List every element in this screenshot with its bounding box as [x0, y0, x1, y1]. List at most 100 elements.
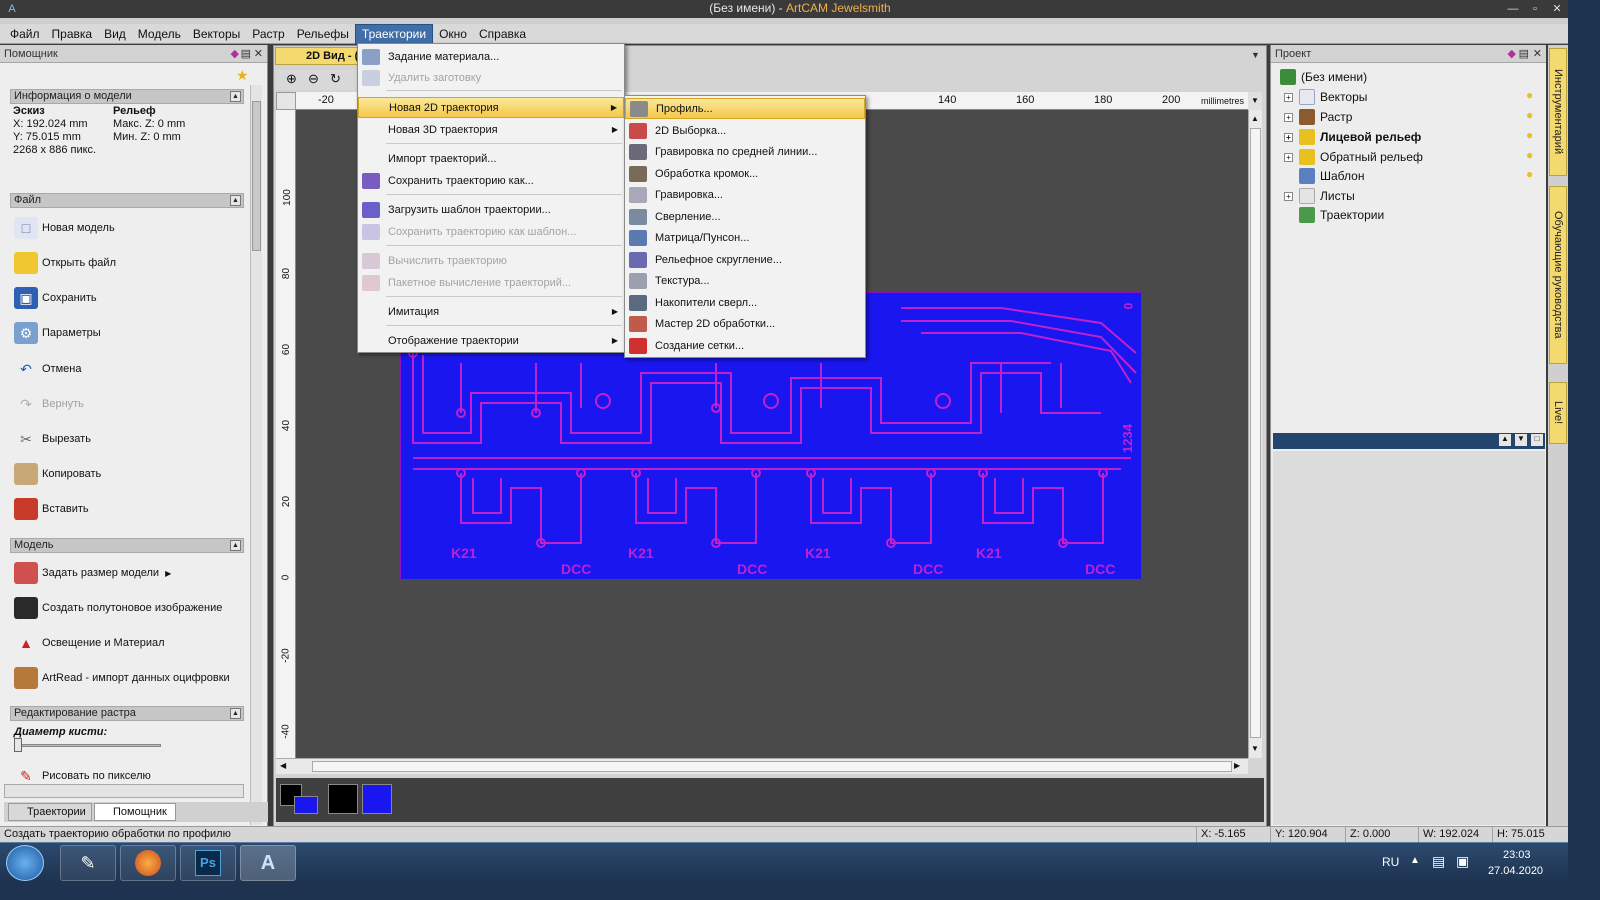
menu-vectors[interactable]: Векторы: [187, 25, 246, 43]
expand-icon[interactable]: +: [1284, 92, 1293, 102]
scroll-down-icon[interactable]: ▼: [1251, 744, 1259, 753]
submenu-item-drilling[interactable]: Сверление...: [625, 206, 865, 227]
taskbar-artcam[interactable]: A: [240, 845, 296, 881]
taskbar-photoshop[interactable]: Ps: [180, 845, 236, 881]
scrollbar-thumb[interactable]: [312, 761, 1232, 772]
lightbulb-icon[interactable]: ●: [1526, 167, 1533, 181]
panel-scrollbar[interactable]: [250, 85, 262, 825]
star-icon[interactable]: ★: [236, 67, 249, 84]
tree-item-template[interactable]: Шаблон: [1299, 168, 1364, 184]
model-section-header[interactable]: Модель ▲: [10, 538, 244, 553]
tab-tutorials[interactable]: Обучающие руководства: [1549, 186, 1567, 364]
start-button[interactable]: [6, 845, 44, 881]
network-icon[interactable]: ▤: [1432, 853, 1445, 870]
file-section-header[interactable]: Файл ▲: [10, 193, 244, 208]
tab-tools[interactable]: Инструментарий: [1549, 48, 1567, 176]
menu-file[interactable]: Файл: [4, 25, 46, 43]
menu-item-new-3d-toolpath[interactable]: Новая 3D траектория ▶: [358, 119, 624, 140]
submenu-item-create-grid[interactable]: Создание сетки...: [625, 335, 865, 356]
clock-time[interactable]: 23:03: [1503, 849, 1531, 861]
expand-icon[interactable]: +: [1284, 152, 1293, 162]
tab-toolpaths[interactable]: Траектории: [8, 803, 92, 821]
menu-window[interactable]: Окно: [433, 25, 473, 43]
expand-icon[interactable]: +: [1284, 112, 1293, 122]
new-model-item[interactable]: □ Новая модель: [14, 215, 115, 241]
close-button[interactable]: ✕: [1549, 2, 1565, 16]
artread-item[interactable]: ArtRead - импорт данных оцифровки: [14, 665, 230, 691]
lightbulb-icon[interactable]: ●: [1526, 108, 1533, 122]
clock-date[interactable]: 27.04.2020: [1488, 865, 1543, 877]
expand-icon[interactable]: +: [1284, 132, 1293, 142]
menu-raster[interactable]: Растр: [246, 25, 290, 43]
menu-toolpaths[interactable]: Траектории: [354, 23, 434, 44]
submenu-item-drill-banks[interactable]: Накопители сверл...: [625, 292, 865, 313]
secondary-color-swatch[interactable]: [294, 796, 318, 814]
submenu-item-profile[interactable]: Профиль...: [625, 98, 865, 119]
submenu-item-relief-fillet[interactable]: Рельефное скругление...: [625, 249, 865, 270]
maximize-button[interactable]: ▫: [1527, 2, 1543, 16]
zoom-fit-icon[interactable]: ↻: [330, 71, 341, 87]
expand-icon[interactable]: +: [1284, 191, 1293, 201]
zoom-out-icon[interactable]: ⊖: [308, 71, 319, 87]
tree-item-front-relief[interactable]: + Лицевой рельеф: [1284, 129, 1421, 145]
lightbulb-icon[interactable]: ●: [1526, 88, 1533, 102]
collapse-icon[interactable]: ▲: [230, 708, 241, 719]
dock-icon[interactable]: ▤: [241, 45, 251, 63]
tree-item-sheets[interactable]: + Листы: [1284, 188, 1355, 204]
submenu-item-2d-wizard[interactable]: Мастер 2D обработки...: [625, 313, 865, 334]
collapse-icon[interactable]: ▲: [230, 195, 241, 206]
close-icon[interactable]: ✕: [254, 45, 263, 63]
pin-icon[interactable]: ◆: [231, 45, 239, 63]
submenu-item-texture[interactable]: Текстура...: [625, 270, 865, 291]
menu-item-import-toolpaths[interactable]: Импорт траекторий...: [358, 148, 624, 169]
expand-icon[interactable]: □: [1531, 434, 1543, 446]
collapse-icon[interactable]: ▼: [1515, 434, 1527, 446]
lightbulb-icon[interactable]: ●: [1526, 148, 1533, 162]
submenu-item-centerline-engraving[interactable]: Гравировка по средней линии...: [625, 141, 865, 162]
volume-icon[interactable]: ▣: [1456, 853, 1469, 870]
paste-item[interactable]: Вставить: [14, 496, 89, 522]
menu-item-material-setup[interactable]: Задание материала...: [358, 46, 624, 67]
color-swatch-blue[interactable]: [362, 784, 392, 814]
scroll-up-icon[interactable]: ▲: [1251, 114, 1259, 123]
collapse-icon[interactable]: ▲: [230, 540, 241, 551]
menu-item-calculate-toolpath[interactable]: Вычислить траекторию: [358, 250, 624, 271]
set-model-size-item[interactable]: Задать размер модели ▶: [14, 560, 171, 586]
minimize-button[interactable]: —: [1505, 2, 1521, 16]
menu-reliefs[interactable]: Рельефы: [291, 25, 355, 43]
tray-expand-icon[interactable]: ▲: [1410, 855, 1420, 866]
tree-item-root[interactable]: (Без имени): [1280, 69, 1367, 85]
scroll-right-icon[interactable]: ▶: [1234, 761, 1240, 770]
redo-item[interactable]: ↷ Вернуть: [14, 391, 84, 417]
menu-item-save-toolpath-as[interactable]: Сохранить траекторию как...: [358, 170, 624, 191]
model-info-header[interactable]: Информация о модели ▲: [10, 89, 244, 104]
undo-item[interactable]: ↶ Отмена: [14, 356, 81, 382]
scrollbar-thumb[interactable]: [252, 101, 261, 251]
menu-item-simulation[interactable]: Имитация ▶: [358, 301, 624, 322]
submenu-item-die-punch[interactable]: Матрица/Пунсон...: [625, 227, 865, 248]
taskbar-notepad[interactable]: ✎: [60, 845, 116, 881]
submenu-item-engraving[interactable]: Гравировка...: [625, 184, 865, 205]
tab-2d-view[interactable]: 2D Вид - (Без имени): [275, 47, 365, 65]
menu-help[interactable]: Справка: [473, 25, 532, 43]
tab-live[interactable]: Live!: [1549, 382, 1567, 444]
menu-item-delete-block[interactable]: Удалить заготовку: [358, 67, 624, 88]
brush-diameter-slider[interactable]: [16, 744, 161, 747]
raster-section-header[interactable]: Редактирование растра ▲: [10, 706, 244, 721]
menu-item-batch-calculate[interactable]: Пакетное вычисление траекторий...: [358, 272, 624, 293]
scroll-left-icon[interactable]: ◀: [280, 761, 286, 770]
submenu-item-edge-machining[interactable]: Обработка кромок...: [625, 163, 865, 184]
menu-item-new-2d-toolpath[interactable]: Новая 2D траектория ▶: [358, 97, 624, 118]
zoom-in-icon[interactable]: ⊕: [286, 71, 297, 87]
home-icon[interactable]: ▲: [1499, 434, 1511, 446]
grayscale-item[interactable]: Создать полутоновое изображение: [14, 595, 222, 621]
paint-pixel-item[interactable]: ✎ Рисовать по пикселю: [14, 766, 151, 786]
collapse-icon[interactable]: ▲: [230, 91, 241, 102]
left-hscroll[interactable]: [4, 784, 244, 798]
tree-item-vectors[interactable]: + Векторы: [1284, 89, 1367, 105]
copy-item[interactable]: Копировать: [14, 461, 101, 487]
save-item[interactable]: ▣ Сохранить: [14, 285, 97, 311]
dock-icon[interactable]: ▤: [1519, 45, 1529, 63]
scrollbar-thumb[interactable]: [1250, 128, 1261, 738]
open-file-item[interactable]: Открыть файл: [14, 250, 116, 276]
